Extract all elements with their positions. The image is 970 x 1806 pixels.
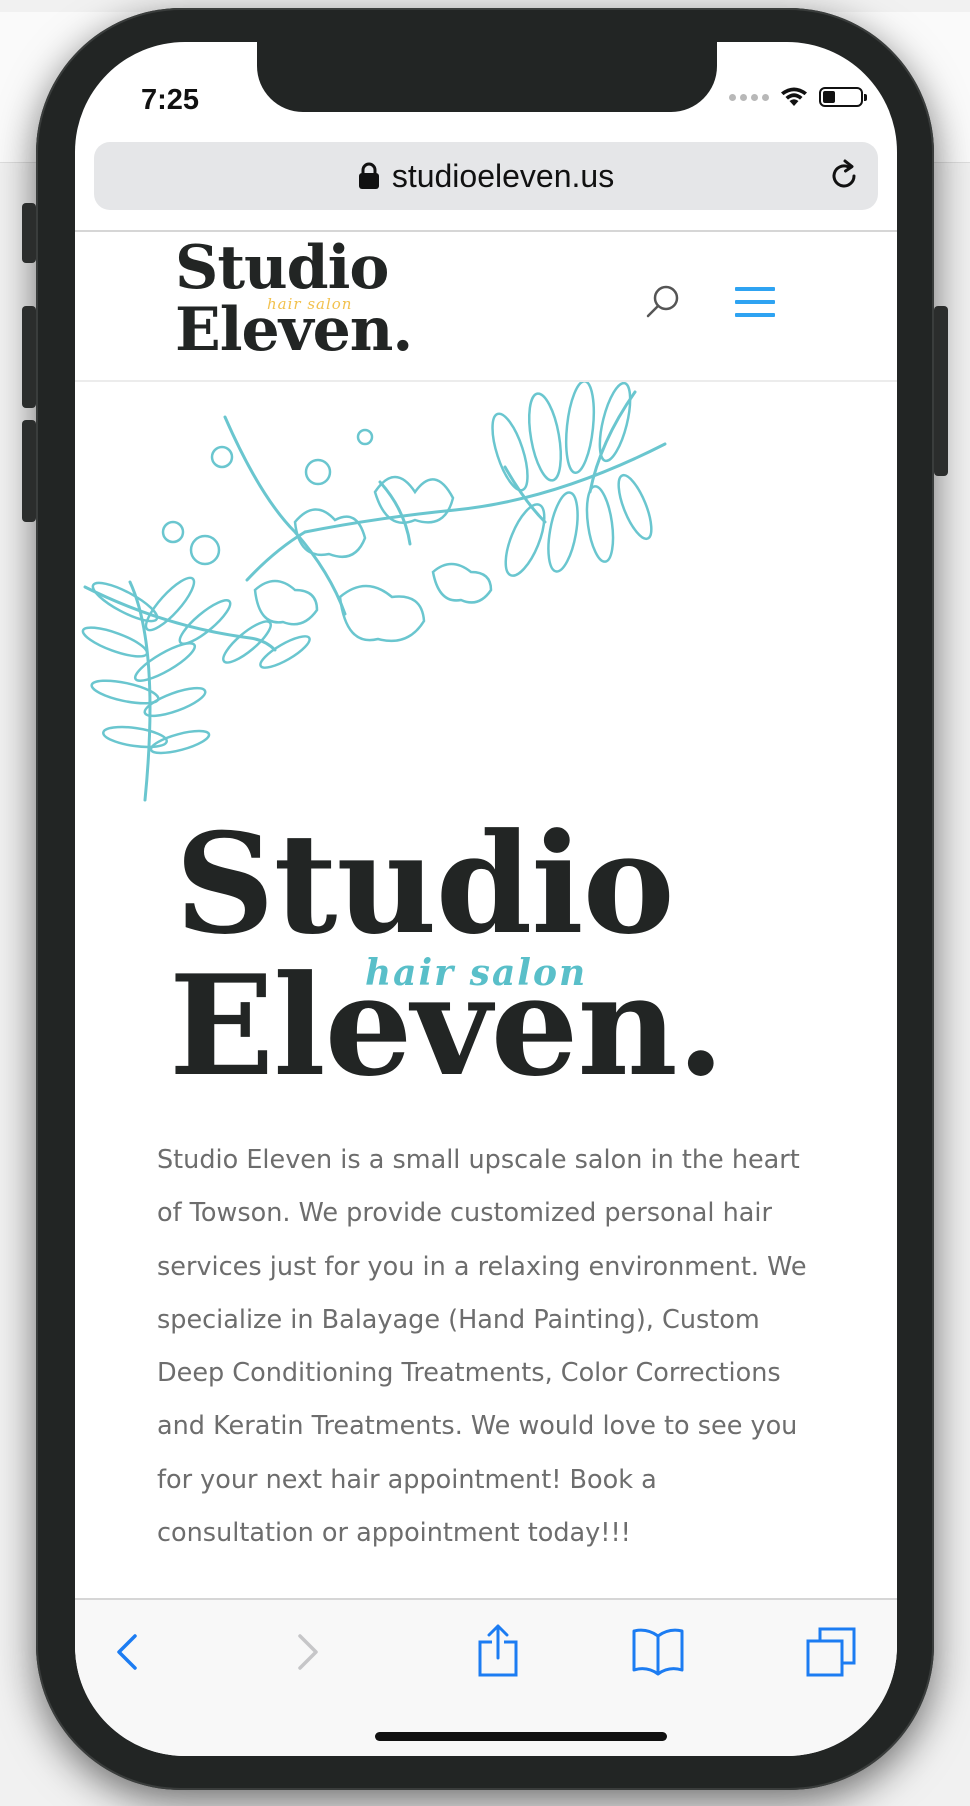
logo-word-studio: Studio <box>175 233 389 303</box>
site-logo[interactable]: Studio hair salon Eleven. <box>175 233 465 377</box>
silent-switch <box>22 203 36 263</box>
volume-up-button <box>22 306 36 408</box>
status-time: 7:25 <box>141 84 200 116</box>
search-icon[interactable] <box>643 282 683 322</box>
battery-icon <box>819 87 867 107</box>
lock-icon <box>358 162 379 189</box>
tabs-icon[interactable] <box>805 1626 857 1678</box>
hero-section: Studio hair salon Eleven. Studio Eleven … <box>75 382 897 1548</box>
power-button <box>934 306 948 476</box>
volume-down-button <box>22 420 36 522</box>
home-indicator[interactable] <box>375 1732 667 1741</box>
notch <box>257 42 717 112</box>
address-bar[interactable]: studioeleven.us <box>94 142 878 210</box>
url-text[interactable]: studioeleven.us <box>392 158 614 195</box>
reload-icon[interactable] <box>826 158 862 194</box>
phone-frame: 7:25 studioeleven.us Studio hair salon E… <box>22 8 948 1790</box>
back-icon[interactable] <box>110 1630 144 1674</box>
status-icons <box>729 86 867 108</box>
site-header: Studio hair salon Eleven. <box>75 230 897 382</box>
hero-logo-word-eleven: Eleven. <box>169 944 725 1107</box>
wifi-icon <box>781 87 807 106</box>
cellular-signal-icon <box>729 93 769 101</box>
hamburger-icon[interactable] <box>735 287 775 326</box>
hero-logo-word-studio: Studio <box>175 802 675 965</box>
share-icon[interactable] <box>475 1622 521 1678</box>
phone-screen: 7:25 studioeleven.us Studio hair salon E… <box>75 42 897 1756</box>
bookmarks-icon[interactable] <box>631 1626 685 1678</box>
forward-icon[interactable] <box>291 1630 325 1674</box>
logo-word-eleven: Eleven. <box>175 295 413 365</box>
hero-logo: Studio hair salon Eleven. <box>169 802 775 1107</box>
floral-illustration <box>81 382 667 802</box>
about-paragraph: Studio Eleven is a small upscale salon i… <box>157 1145 807 1549</box>
